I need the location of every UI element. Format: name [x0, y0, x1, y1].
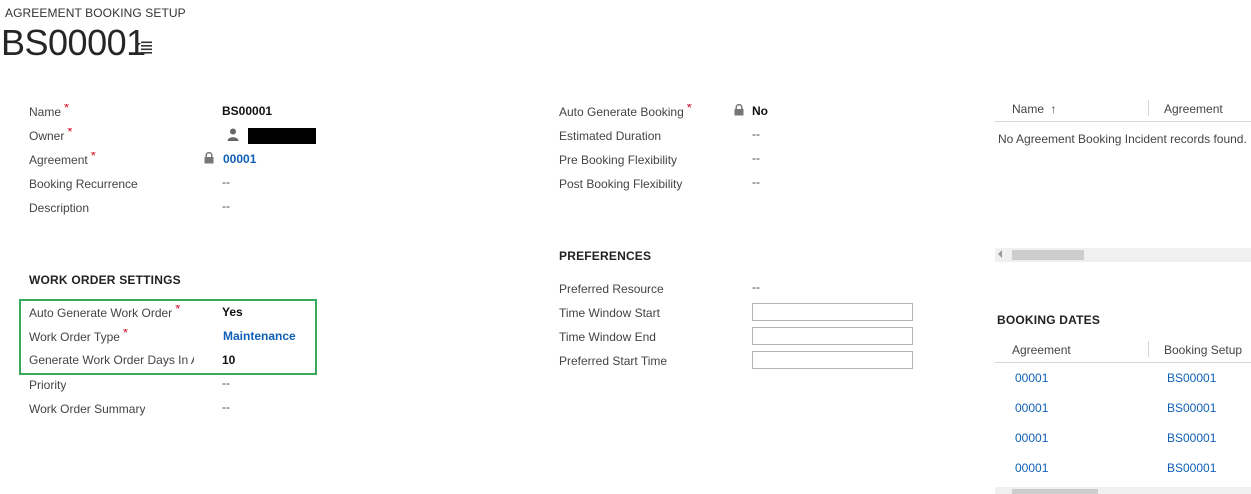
column-divider[interactable]: [1148, 341, 1149, 357]
auto-generate-work-order-label: Auto Generate Work Order *: [29, 305, 180, 320]
auto-generate-booking-value[interactable]: No: [752, 104, 768, 118]
owner-value-redacted[interactable]: [248, 128, 316, 144]
scrollbar-thumb[interactable]: [1012, 489, 1098, 494]
booking-recurrence-label: Booking Recurrence: [29, 177, 138, 191]
required-indicator: *: [686, 104, 692, 115]
preferred-start-time-input[interactable]: [752, 351, 913, 369]
post-booking-flexibility-label: Post Booking Flexibility: [559, 177, 683, 191]
work-order-type-label: Work Order Type *: [29, 329, 128, 344]
sort-ascending-icon: ↑: [1050, 102, 1057, 116]
booking-date-agreement-link[interactable]: 00001: [1015, 431, 1048, 445]
grid-column-name[interactable]: Name ↑: [1012, 102, 1056, 116]
agreement-label: Agreement *: [29, 152, 96, 167]
booking-dates-horizontal-scrollbar[interactable]: [995, 487, 1251, 494]
booking-date-setup-link[interactable]: BS00001: [1167, 461, 1216, 475]
booking-date-setup-link[interactable]: BS00001: [1167, 371, 1216, 385]
work-order-settings-title: WORK ORDER SETTINGS: [29, 273, 181, 287]
entity-label: AGREEMENT BOOKING SETUP: [5, 6, 186, 20]
grid-header-divider: [995, 362, 1251, 363]
generate-work-order-days-label: Generate Work Order Days In A: [29, 353, 194, 367]
required-indicator: *: [64, 104, 70, 115]
record-title: BS00001: [1, 22, 146, 63]
column-divider[interactable]: [1148, 100, 1149, 116]
pre-booking-flexibility-label: Pre Booking Flexibility: [559, 153, 678, 167]
work-order-type-link[interactable]: Maintenance: [223, 329, 296, 343]
booking-date-agreement-link[interactable]: 00001: [1015, 371, 1048, 385]
person-icon: [227, 128, 239, 141]
time-window-end-input[interactable]: [752, 327, 913, 345]
time-window-end-label: Time Window End: [559, 330, 656, 344]
description-label: Description: [29, 201, 90, 215]
name-label: Name *: [29, 104, 69, 119]
grid-column-booking-setup[interactable]: Booking Setup: [1164, 343, 1242, 357]
work-order-summary-label: Work Order Summary: [29, 402, 146, 416]
name-value[interactable]: BS00001: [222, 104, 272, 118]
lock-icon: [734, 104, 744, 116]
generate-work-order-days-value[interactable]: 10: [222, 353, 235, 367]
owner-label: Owner *: [29, 128, 72, 143]
scrollbar-thumb[interactable]: [1012, 250, 1084, 260]
booking-date-agreement-link[interactable]: 00001: [1015, 401, 1048, 415]
booking-dates-title: BOOKING DATES: [997, 313, 1101, 327]
pre-booking-flexibility-value[interactable]: --: [752, 151, 760, 165]
preferred-resource-value[interactable]: --: [752, 280, 760, 294]
booking-recurrence-value[interactable]: --: [222, 175, 230, 189]
priority-label: Priority: [29, 378, 67, 392]
time-window-start-label: Time Window Start: [559, 306, 660, 320]
required-indicator: *: [122, 329, 128, 340]
grid-column-agreement[interactable]: Agreement: [1012, 343, 1071, 357]
estimated-duration-label: Estimated Duration: [559, 129, 662, 143]
required-indicator: *: [90, 152, 96, 163]
lock-icon: [204, 152, 214, 164]
work-order-summary-value[interactable]: --: [222, 400, 230, 414]
post-booking-flexibility-value[interactable]: --: [752, 175, 760, 189]
booking-date-setup-link[interactable]: BS00001: [1167, 431, 1216, 445]
incidents-empty-message: No Agreement Booking Incident records fo…: [998, 132, 1247, 146]
required-indicator: *: [175, 305, 181, 316]
priority-value[interactable]: --: [222, 376, 230, 390]
scroll-left-arrow-icon[interactable]: [998, 250, 1002, 258]
list-menu-icon[interactable]: [135, 40, 153, 54]
booking-date-setup-link[interactable]: BS00001: [1167, 401, 1216, 415]
grid-column-agreement[interactable]: Agreement: [1164, 102, 1223, 116]
preferred-start-time-label: Preferred Start Time: [559, 354, 668, 368]
estimated-duration-value[interactable]: --: [752, 127, 760, 141]
agreement-link[interactable]: 00001: [223, 152, 256, 166]
auto-generate-booking-label: Auto Generate Booking *: [559, 104, 692, 119]
booking-date-agreement-link[interactable]: 00001: [1015, 461, 1048, 475]
required-indicator: *: [67, 128, 73, 139]
grid-header-divider: [995, 121, 1251, 122]
preferences-title: PREFERENCES: [559, 249, 652, 263]
time-window-start-input[interactable]: [752, 303, 913, 321]
auto-generate-work-order-value[interactable]: Yes: [222, 305, 243, 319]
incidents-horizontal-scrollbar[interactable]: [995, 248, 1251, 262]
preferred-resource-label: Preferred Resource: [559, 282, 664, 296]
description-value[interactable]: --: [222, 199, 230, 213]
